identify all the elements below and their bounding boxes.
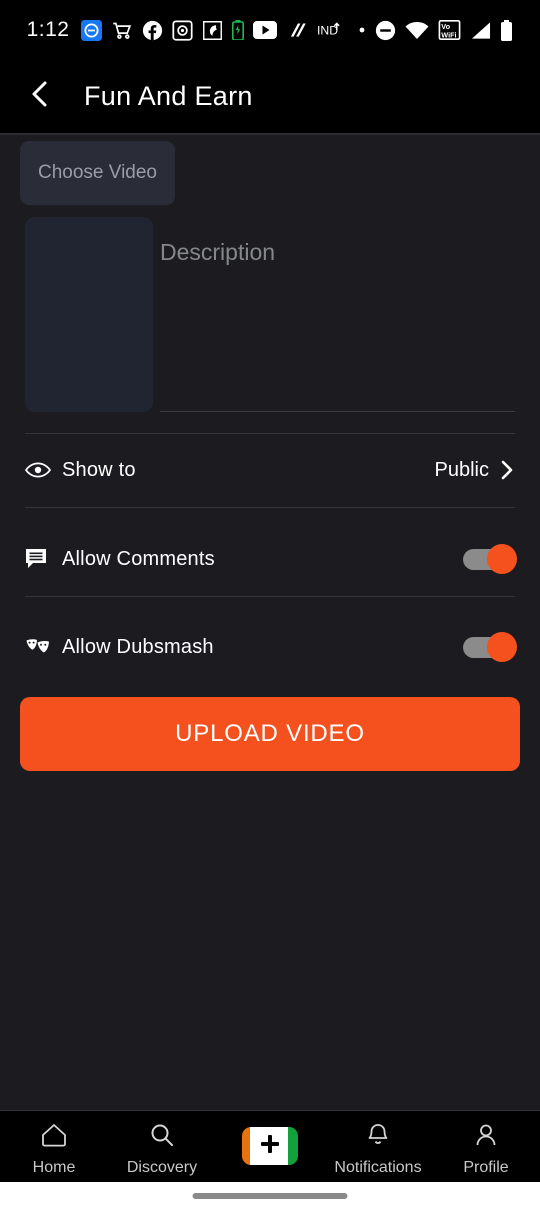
messenger-icon [81, 19, 103, 41]
person-icon [472, 1122, 500, 1153]
youtube-icon [253, 21, 278, 39]
nav-label-profile: Profile [463, 1158, 509, 1176]
theater-masks-icon [25, 636, 55, 658]
app-badge-icon [172, 19, 193, 41]
divider-after-show-to [25, 507, 515, 508]
eye-icon [25, 460, 55, 480]
svg-text:WiFi: WiFi [442, 30, 457, 39]
home-icon [40, 1122, 68, 1153]
carrier-label: IND [317, 20, 349, 40]
add-video-button[interactable] [242, 1127, 298, 1165]
battery-icon [500, 19, 513, 41]
volte-wifi-icon: Vo WiFi [438, 20, 461, 40]
back-button[interactable] [16, 73, 64, 121]
home-indicator[interactable] [192, 1193, 348, 1199]
allow-dubsmash-toggle[interactable] [463, 632, 517, 662]
row-allow-dubsmash[interactable]: Allow Dubsmash [25, 617, 517, 677]
divider-after-description [25, 433, 515, 434]
divider-after-comments [25, 596, 515, 597]
nav-item-home[interactable]: Home [0, 1122, 108, 1177]
nav-label-discovery: Discovery [126, 1158, 198, 1176]
row-show-to[interactable]: Show to Public [25, 440, 515, 500]
allow-comments-label: Allow Comments [62, 547, 215, 570]
shopping-cart-icon [111, 20, 133, 41]
app-bar: Fun And Earn [0, 60, 540, 135]
bell-icon [364, 1122, 392, 1153]
page-title: Fun And Earn [84, 81, 253, 111]
video-thumbnail-placeholder[interactable] [25, 217, 153, 412]
bottom-nav-items: Home Discovery Notifications Profile [0, 1111, 540, 1187]
chevron-right-icon[interactable] [499, 459, 515, 481]
app-screen: 1:12 IND Vo WiFi Fun And Earn Choose Vid… [0, 0, 540, 1206]
nav-label-notifications: Notifications [334, 1158, 422, 1176]
plus-icon [259, 1133, 281, 1160]
row-allow-comments[interactable]: Allow Comments [25, 529, 517, 589]
content-area: Choose Video Description Show to Public [0, 137, 540, 1110]
facebook-icon [142, 20, 163, 41]
app-slash-icon [286, 20, 308, 41]
dot-icon [358, 26, 366, 34]
show-to-value: Public [434, 458, 489, 481]
nav-label-home: Home [32, 1158, 76, 1176]
description-underline [160, 411, 515, 412]
wifi-icon [405, 21, 429, 40]
comment-icon [25, 548, 55, 570]
toggle-thumb [487, 544, 517, 574]
nav-item-discovery[interactable]: Discovery [108, 1122, 216, 1177]
description-input[interactable]: Description [160, 217, 515, 266]
show-to-label: Show to [62, 458, 136, 481]
nav-item-notifications[interactable]: Notifications [324, 1122, 432, 1177]
choose-video-button[interactable]: Choose Video [20, 141, 175, 205]
upload-video-button[interactable]: UPLOAD VIDEO [20, 697, 520, 771]
choose-video-label: Choose Video [37, 162, 158, 183]
status-time: 1:12 [26, 18, 70, 41]
toggle-thumb [487, 632, 517, 662]
video-description-row: Description [0, 217, 540, 429]
nav-item-add[interactable] [216, 1127, 324, 1171]
allow-comments-toggle[interactable] [463, 544, 517, 574]
nav-item-profile[interactable]: Profile [432, 1122, 540, 1177]
app-bird-icon [202, 20, 223, 41]
search-icon [148, 1122, 176, 1153]
battery-saver-icon [232, 20, 245, 40]
bottom-navigation: Home Discovery Notifications Profile [0, 1110, 540, 1206]
allow-dubsmash-label: Allow Dubsmash [62, 635, 214, 658]
chevron-left-icon [27, 79, 53, 114]
description-field-wrapper: Description [160, 217, 515, 412]
status-bar: 1:12 IND Vo WiFi [0, 0, 540, 60]
signal-icon [470, 21, 491, 40]
do-not-disturb-icon [375, 20, 396, 41]
